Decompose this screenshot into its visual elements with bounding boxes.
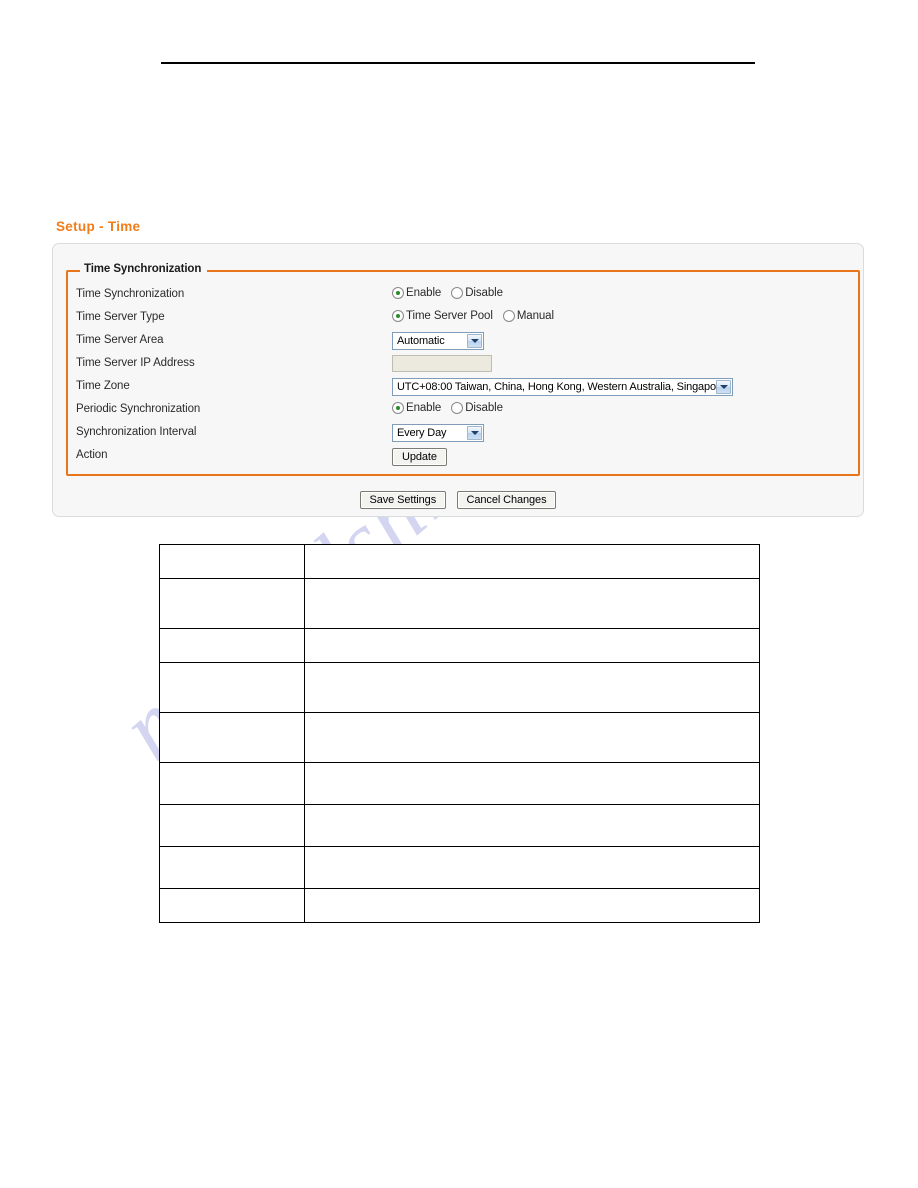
radio-checked-icon[interactable] <box>392 402 404 414</box>
form-row-control: Update <box>392 447 447 466</box>
select-value: Automatic <box>397 335 445 347</box>
radio-group: Enable Disable <box>392 401 509 415</box>
form-row-control: Enable Disable <box>392 286 509 300</box>
field-description-table-body <box>158 544 760 923</box>
table-row <box>158 846 760 889</box>
form-row-label: Action <box>76 449 108 461</box>
field-description-table <box>158 544 760 923</box>
table-cell-term <box>158 578 306 629</box>
radio-option[interactable]: Enable <box>392 401 441 415</box>
page-title: Setup - Time <box>56 219 141 234</box>
radio-checked-icon[interactable] <box>392 310 404 322</box>
radio-unchecked-icon[interactable] <box>451 287 464 299</box>
form-row-label: Synchronization Interval <box>76 426 197 438</box>
form-row-label: Time Server IP Address <box>76 357 195 369</box>
table-row <box>158 628 760 663</box>
form-row: Time Server IP Address <box>68 355 858 378</box>
radio-option[interactable]: Enable <box>392 286 441 300</box>
select-value: Every Day <box>397 427 447 439</box>
chevron-down-icon[interactable] <box>716 380 731 394</box>
form-row-label: Time Server Type <box>76 311 165 323</box>
table-row <box>158 662 760 713</box>
select-time-zone[interactable]: UTC+08:00 Taiwan, China, Hong Kong, West… <box>392 378 733 396</box>
form-row-control: Enable Disable <box>392 401 509 415</box>
form-row-control: Automatic <box>392 332 484 350</box>
table-cell-description <box>304 762 760 805</box>
radio-option-label: Manual <box>516 310 554 322</box>
time-server-ip-address-input[interactable] <box>392 355 492 373</box>
table-cell-description <box>304 888 760 923</box>
cancel-changes-button[interactable]: Cancel Changes <box>456 491 557 509</box>
form-row: Time Server Type Time Server Pool Manual <box>68 309 858 332</box>
chevron-down-icon[interactable] <box>467 334 482 348</box>
radio-checked-icon[interactable] <box>392 287 404 299</box>
form-row-control <box>392 355 492 373</box>
form-row-label: Time Server Area <box>76 334 164 346</box>
form-row: Time Server Area Automatic <box>68 332 858 355</box>
radio-option-label: Enable <box>406 402 442 414</box>
chevron-down-icon[interactable] <box>467 426 482 440</box>
form-row: Action Update <box>68 447 858 470</box>
table-row <box>158 762 760 805</box>
radio-option-label: Disable <box>465 402 503 414</box>
radio-group: Enable Disable <box>392 286 509 300</box>
select-value: UTC+08:00 Taiwan, China, Hong Kong, West… <box>397 381 726 393</box>
table-cell-description <box>304 712 760 763</box>
table-row <box>158 804 760 847</box>
form-row-label: Time Zone <box>76 380 130 392</box>
table-cell-term <box>158 662 306 713</box>
table-row <box>158 544 760 579</box>
table-cell-description <box>304 628 760 663</box>
radio-option[interactable]: Time Server Pool <box>392 309 493 323</box>
radio-option[interactable]: Manual <box>502 309 554 323</box>
time-synchronization-fieldset: Time Synchronization Time Synchronizatio… <box>66 263 860 476</box>
table-cell-term <box>158 544 306 579</box>
page-header-rule <box>161 62 755 64</box>
form-row-label: Time Synchronization <box>76 288 185 300</box>
table-cell-description <box>304 846 760 889</box>
radio-unchecked-icon[interactable] <box>502 310 515 322</box>
form-row: Synchronization Interval Every Day <box>68 424 858 447</box>
radio-group: Time Server Pool Manual <box>392 309 560 323</box>
table-cell-description <box>304 544 760 579</box>
table-cell-description <box>304 578 760 629</box>
select-synchronization-interval[interactable]: Every Day <box>392 424 484 442</box>
update-button[interactable]: Update <box>392 448 447 466</box>
radio-option-label: Enable <box>406 287 442 299</box>
table-cell-term <box>158 762 306 805</box>
save-settings-button[interactable]: Save Settings <box>359 491 447 509</box>
form-row: Time Zone UTC+08:00 Taiwan, China, Hong K… <box>68 378 858 401</box>
table-cell-term <box>158 888 306 923</box>
select-time-server-area[interactable]: Automatic <box>392 332 484 350</box>
form-row-control: UTC+08:00 Taiwan, China, Hong Kong, West… <box>392 378 733 396</box>
table-row <box>158 578 760 629</box>
form-row: Time Synchronization Enable Disable <box>68 286 858 309</box>
table-cell-term <box>158 804 306 847</box>
form-row-label: Periodic Synchronization <box>76 403 201 415</box>
settings-card: Time Synchronization Time Synchronizatio… <box>52 243 864 517</box>
radio-option[interactable]: Disable <box>451 401 503 415</box>
fieldset-legend: Time Synchronization <box>80 263 208 275</box>
form-row-control: Time Server Pool Manual <box>392 309 560 323</box>
table-row <box>158 712 760 763</box>
form-row-control: Every Day <box>392 424 484 442</box>
form-row: Periodic Synchronization Enable Disable <box>68 401 858 424</box>
radio-unchecked-icon[interactable] <box>451 402 464 414</box>
card-action-bar: Save Settings Cancel Changes <box>53 490 863 509</box>
table-cell-term <box>158 712 306 763</box>
table-cell-term <box>158 846 306 889</box>
table-cell-description <box>304 662 760 713</box>
table-cell-term <box>158 628 306 663</box>
radio-option[interactable]: Disable <box>451 286 503 300</box>
radio-option-label: Time Server Pool <box>406 310 493 322</box>
radio-option-label: Disable <box>465 287 503 299</box>
table-cell-description <box>304 804 760 847</box>
table-row <box>158 888 760 923</box>
